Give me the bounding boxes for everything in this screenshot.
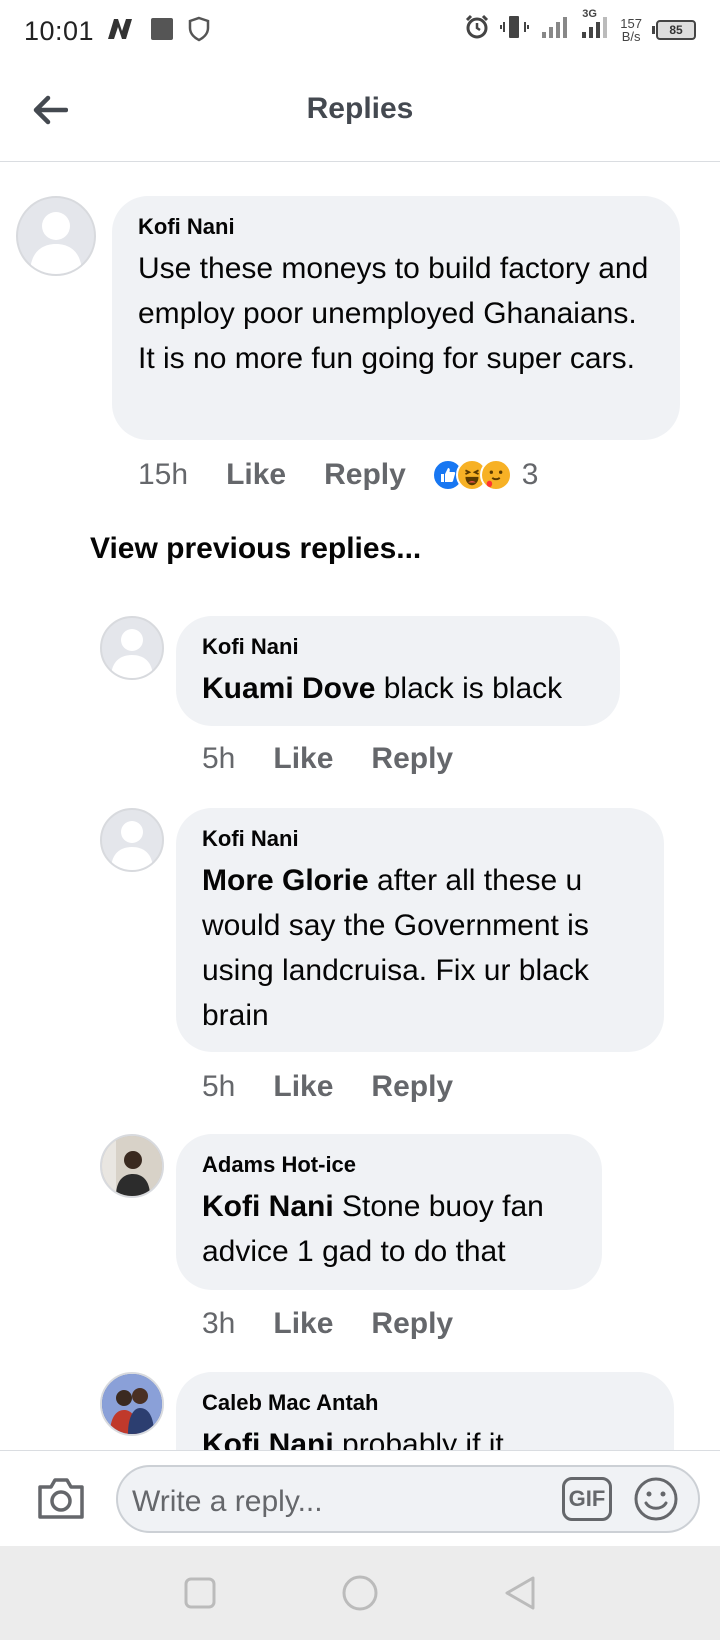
like-button[interactable]: Like	[273, 1070, 333, 1104]
reply-time[interactable]: 5h	[202, 742, 235, 776]
reply-actions: 5h Like Reply	[202, 742, 491, 776]
app-header: Replies	[0, 62, 720, 162]
avatar[interactable]	[100, 808, 164, 872]
reply-author[interactable]: Kofi Nani	[202, 826, 638, 852]
emoji-button[interactable]	[632, 1475, 680, 1523]
camera-button[interactable]	[36, 1475, 86, 1521]
circle-icon	[342, 1575, 378, 1611]
comment-bubble[interactable]: Kofi Nani Use these moneys to build fact…	[112, 196, 680, 440]
reaction-count[interactable]: 3	[522, 458, 539, 492]
square-icon	[184, 1577, 216, 1609]
like-button[interactable]: Like	[273, 1307, 333, 1341]
n-notification-icon	[106, 17, 136, 46]
reply-actions: 5h Like Reply	[202, 1070, 491, 1104]
status-bar: 10:01 3G 157 B/s 85	[0, 0, 720, 62]
avatar[interactable]	[100, 1134, 164, 1198]
status-time: 10:01	[24, 15, 95, 46]
reply-author[interactable]: Kofi Nani	[202, 634, 594, 660]
triangle-back-icon	[505, 1576, 535, 1610]
mention-link[interactable]: Kofi Nani	[202, 1190, 334, 1223]
reply-bubble[interactable]: Kofi Nani Kuami Dove black is black	[176, 616, 620, 726]
reply-button[interactable]: Reply	[371, 742, 453, 776]
care-reaction-icon	[479, 459, 512, 491]
profile-photo-icon	[102, 1374, 162, 1434]
recents-button[interactable]	[180, 1573, 220, 1613]
gif-button[interactable]: GIF	[562, 1477, 612, 1521]
avatar[interactable]	[16, 196, 96, 276]
reply-time[interactable]: 5h	[202, 1070, 235, 1104]
signal-3g-icon: 3G	[580, 8, 610, 45]
reply-time[interactable]: 3h	[202, 1307, 235, 1341]
reply-author[interactable]: Adams Hot-ice	[202, 1152, 576, 1178]
back-nav-button[interactable]	[500, 1573, 540, 1613]
like-button[interactable]: Like	[226, 458, 286, 492]
like-button[interactable]: Like	[273, 742, 333, 776]
mention-link[interactable]: Kuami Dove	[202, 672, 375, 705]
shield-icon	[188, 16, 210, 47]
reply-button[interactable]: Reply	[371, 1070, 453, 1104]
reply-text: More Glorie after all these u would say …	[202, 864, 589, 1032]
vibrate-icon	[500, 14, 530, 45]
reply-button[interactable]: Reply	[371, 1307, 453, 1341]
battery-icon: 85	[652, 19, 696, 40]
reply-author[interactable]: Caleb Mac Antah	[202, 1390, 648, 1416]
camera-icon	[38, 1478, 84, 1519]
comment-time[interactable]: 15h	[138, 458, 188, 492]
alarm-icon	[464, 14, 490, 45]
home-button[interactable]	[340, 1573, 380, 1613]
reply-bubble[interactable]: Kofi Nani More Glorie after all these u …	[176, 808, 664, 1052]
system-navigation-bar	[0, 1546, 720, 1640]
reply-text: Kuami Dove black is black	[202, 672, 563, 705]
avatar[interactable]	[100, 1372, 164, 1436]
smiley-icon	[634, 1477, 678, 1521]
network-speed: 157 B/s	[620, 15, 642, 44]
reply-button[interactable]: Reply	[324, 458, 406, 492]
reply-actions: 3h Like Reply	[202, 1307, 491, 1341]
view-previous-replies-link[interactable]: View previous replies...	[90, 532, 421, 566]
default-profile-icon	[111, 821, 153, 870]
profile-photo-icon	[102, 1136, 162, 1196]
comment-text: Use these moneys to build factory and em…	[138, 252, 649, 375]
reply-bubble[interactable]: Adams Hot-ice Kofi Nani Stone buoy fan a…	[176, 1134, 602, 1290]
square-notification-icon	[150, 17, 174, 46]
mention-link[interactable]: More Glorie	[202, 864, 369, 897]
comment-actions: 15h Like Reply 3	[138, 458, 538, 492]
page-title: Replies	[306, 92, 414, 125]
reply-input[interactable]: Write a reply... GIF	[116, 1465, 700, 1533]
signal-icon	[540, 14, 570, 45]
reaction-summary[interactable]	[431, 459, 512, 491]
comment-author[interactable]: Kofi Nani	[138, 214, 654, 240]
avatar[interactable]	[100, 616, 164, 680]
default-profile-icon	[111, 629, 153, 678]
reply-input-placeholder: Write a reply...	[132, 1485, 323, 1518]
default-profile-icon	[30, 212, 82, 274]
reply-composer: Write a reply... GIF	[0, 1450, 720, 1546]
reply-text: Kofi Nani Stone buoy fan advice 1 gad to…	[202, 1190, 544, 1268]
